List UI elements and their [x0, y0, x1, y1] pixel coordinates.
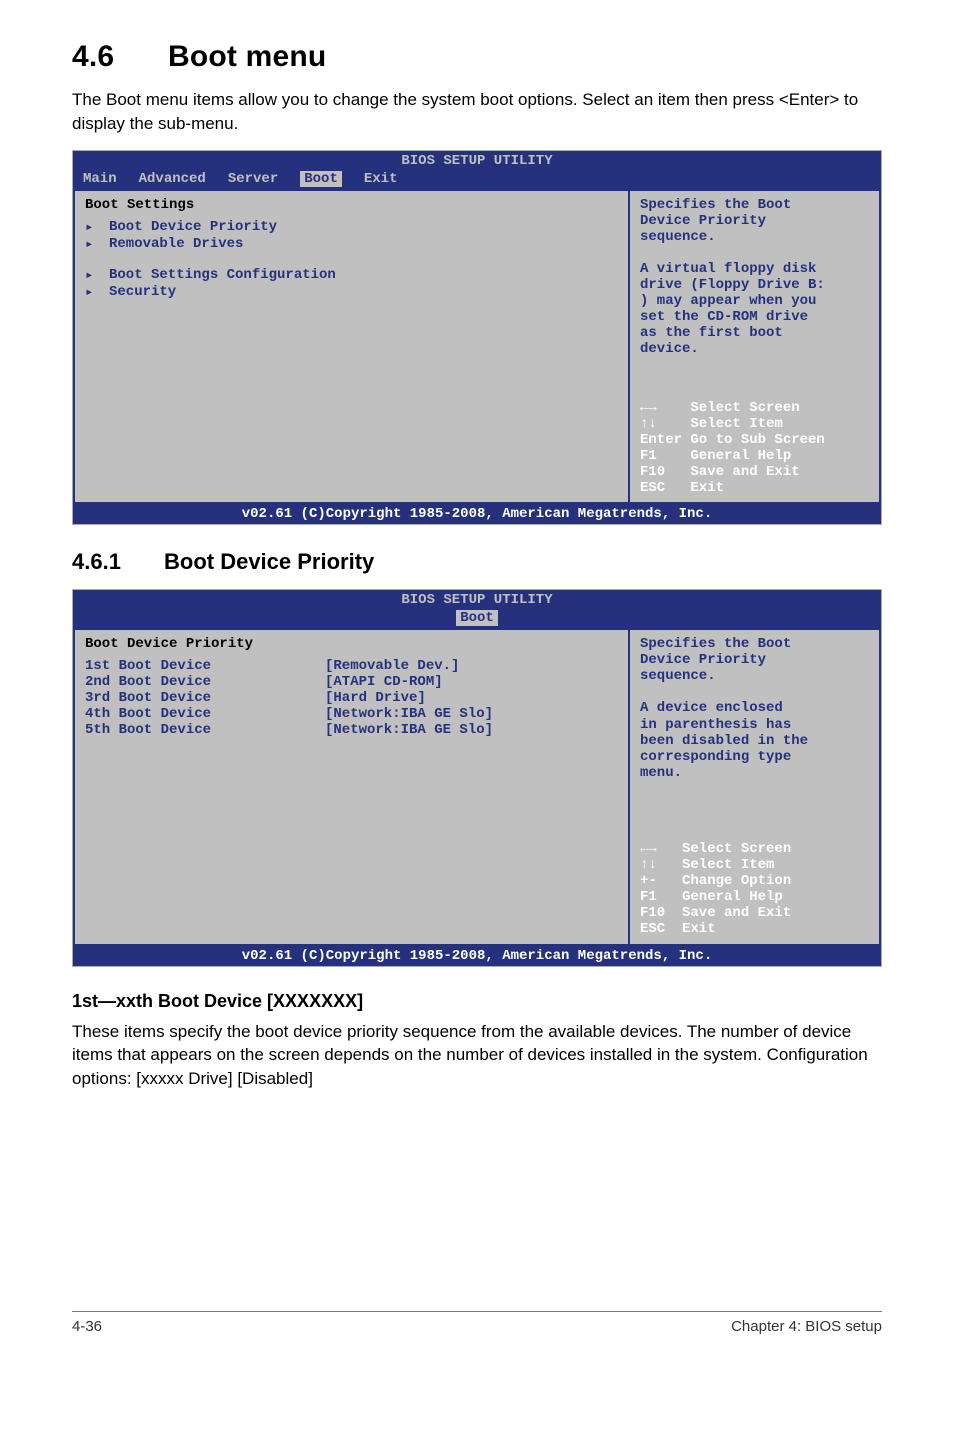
chapter-label: Chapter 4: BIOS setup — [731, 1318, 882, 1335]
boot-device-label: 4th Boot Device — [85, 706, 325, 722]
boot-device-row-2[interactable]: 2nd Boot Device [ATAPI CD-ROM] — [85, 674, 618, 690]
bios-nav-help: ←→ Select Screen ↑↓ Select Item +- Chang… — [640, 841, 871, 938]
boot-device-label: 3rd Boot Device — [85, 690, 325, 706]
bios-right-pane: Specifies the Boot Device Priority seque… — [629, 189, 881, 505]
menu-label: Security — [109, 284, 349, 301]
boot-device-value: [Hard Drive] — [325, 690, 426, 706]
tab-main[interactable]: Main — [83, 171, 117, 187]
page-footer: 4-36 Chapter 4: BIOS setup — [72, 1311, 882, 1335]
bios-screenshot-boot-menu: BIOS SETUP UTILITY Main Advanced Server … — [72, 150, 882, 526]
menu-item-security[interactable]: ▸ Security — [85, 284, 618, 301]
option-description: These items specify the boot device prio… — [72, 1020, 882, 1091]
tab-exit[interactable]: Exit — [364, 171, 398, 187]
tab-server[interactable]: Server — [228, 171, 278, 187]
bios-copyright: v02.61 (C)Copyright 1985-2008, American … — [73, 504, 881, 524]
option-heading: 1st—xxth Boot Device [XXXXXXX] — [72, 991, 882, 1012]
bios-left-pane: Boot Settings ▸ Boot Device Priority ▸ R… — [73, 189, 629, 505]
bios-copyright: v02.61 (C)Copyright 1985-2008, American … — [73, 946, 881, 966]
subsection-number: 4.6.1 — [72, 549, 164, 575]
subsection-title: Boot Device Priority — [164, 549, 374, 574]
submenu-arrow-icon: ▸ — [85, 219, 109, 236]
bios-help-text: Specifies the Boot Device Priority seque… — [640, 197, 871, 358]
tab-boot[interactable]: Boot — [300, 171, 342, 187]
bios-title: BIOS SETUP UTILITY — [73, 590, 881, 610]
section-title: Boot menu — [168, 40, 326, 73]
boot-device-label: 5th Boot Device — [85, 722, 325, 738]
boot-device-row-1[interactable]: 1st Boot Device [Removable Dev.] — [85, 658, 618, 674]
boot-device-row-3[interactable]: 3rd Boot Device [Hard Drive] — [85, 690, 618, 706]
menu-item-boot-device-priority[interactable]: ▸ Boot Device Priority — [85, 219, 618, 236]
bios-menubar: Boot — [73, 610, 881, 628]
boot-device-value: [Removable Dev.] — [325, 658, 459, 674]
boot-device-value: [Network:IBA GE Slo] — [325, 706, 493, 722]
menu-item-boot-settings-config[interactable]: ▸ Boot Settings Configuration — [85, 267, 618, 284]
boot-device-value: [Network:IBA GE Slo] — [325, 722, 493, 738]
bios-section-header: Boot Settings — [85, 197, 618, 213]
menu-label: Boot Device Priority — [109, 219, 349, 236]
boot-device-row-4[interactable]: 4th Boot Device [Network:IBA GE Slo] — [85, 706, 618, 722]
boot-device-label: 1st Boot Device — [85, 658, 325, 674]
menu-label: Boot Settings Configuration — [109, 267, 349, 284]
boot-device-value: [ATAPI CD-ROM] — [325, 674, 443, 690]
boot-device-label: 2nd Boot Device — [85, 674, 325, 690]
submenu-arrow-icon: ▸ — [85, 236, 109, 253]
bios-help-text: Specifies the Boot Device Priority seque… — [640, 636, 871, 781]
bios-left-pane: Boot Device Priority 1st Boot Device [Re… — [73, 628, 629, 945]
bios-screenshot-boot-priority: BIOS SETUP UTILITY Boot Boot Device Prio… — [72, 589, 882, 966]
tab-advanced[interactable]: Advanced — [139, 171, 206, 187]
bios-right-pane: Specifies the Boot Device Priority seque… — [629, 628, 881, 945]
intro-paragraph: The Boot menu items allow you to change … — [72, 88, 882, 136]
subsection-heading: 4.6.1Boot Device Priority — [72, 549, 882, 575]
submenu-arrow-icon: ▸ — [85, 284, 109, 301]
submenu-arrow-icon: ▸ — [85, 267, 109, 284]
bios-section-header: Boot Device Priority — [85, 636, 618, 652]
section-number: 4.6 — [72, 40, 168, 74]
bios-menubar: Main Advanced Server Boot Exit — [73, 171, 881, 189]
section-heading: 4.6Boot menu — [72, 40, 882, 74]
bios-title: BIOS SETUP UTILITY — [73, 151, 881, 171]
tab-boot[interactable]: Boot — [456, 610, 498, 626]
bios-nav-help: ←→ Select Screen ↑↓ Select Item Enter Go… — [640, 400, 871, 497]
menu-item-removable-drives[interactable]: ▸ Removable Drives — [85, 236, 618, 253]
menu-label: Removable Drives — [109, 236, 349, 253]
boot-device-row-5[interactable]: 5th Boot Device [Network:IBA GE Slo] — [85, 722, 618, 738]
page-number: 4-36 — [72, 1318, 102, 1335]
